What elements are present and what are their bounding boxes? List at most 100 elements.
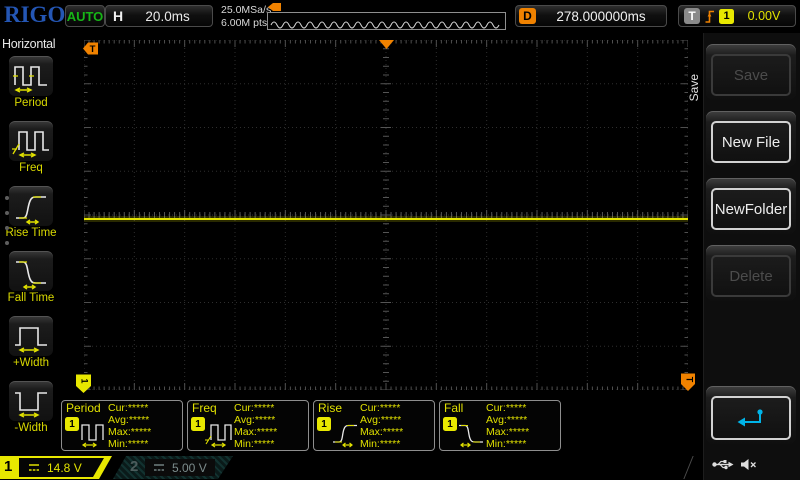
timebase-readout: H 20.0ms [105,5,213,27]
trigger-level-offscale-marker[interactable]: T [680,373,696,392]
measurement-panel-period[interactable]: Period 1 Cur:***** Avg:***** Max:***** M… [61,400,183,451]
trigger-position-marker[interactable] [379,40,394,49]
sidebar-item-label: Fall Time [7,292,55,304]
stat-label: Min: [108,438,128,450]
stat-label: Max: [108,426,131,438]
sidebar-item-freq[interactable]: Freq [0,121,62,174]
measurement-panel-rise[interactable]: Rise 1 Cur:***** Avg:***** Max:***** Min… [313,400,435,451]
page-indicator-dot [5,241,9,245]
stat-label: Min: [360,438,380,450]
sidebar-item-fall-time[interactable]: Fall Time [0,251,62,304]
waveform-preview-strip [267,12,506,30]
freq-waveform-icon [205,424,232,448]
sidebar-item-period[interactable]: Period [0,56,62,109]
stat-value: ***** [254,414,276,426]
graticule [84,40,688,390]
timebase-label: H [113,8,124,24]
channel-number: 1 [4,458,13,475]
stat-label: Max: [234,426,257,438]
oscilloscope-screen: RIGOL AUTO H 20.0ms 25.0MSa/s 6.00M pts … [0,0,800,480]
run-state-badge: AUTO [65,5,105,27]
sidebar-item-label: Rise Time [5,227,57,239]
measurement-title: Rise [318,401,343,415]
stat-value: ***** [506,414,528,426]
trigger-readout: T 1 0.00V [678,5,796,27]
delay-readout: D 278.000000ms [515,5,667,27]
stat-label: Cur: [360,402,380,414]
period-waveform-icon [81,424,104,448]
svg-text:T: T [90,44,96,55]
channel-badge: 1 [65,417,79,431]
usb-icon [712,460,734,470]
system-tray [712,458,757,471]
channel-number: 2 [130,458,139,475]
stat-label: Cur: [108,402,128,414]
measurement-title: Fall [444,401,464,415]
rise-waveform-icon [333,424,357,448]
fall-time-icon [9,251,53,291]
back-button[interactable] [706,386,796,444]
stat-label: Avg: [234,414,255,426]
sidebar-item-plus-width[interactable]: +Width [0,316,62,369]
stat-value: ***** [130,426,152,438]
measurement-panel-fall[interactable]: Fall 1 Cur:***** Avg:***** Max:***** Min… [439,400,561,451]
stat-value: ***** [508,426,530,438]
stat-label: Avg: [108,414,129,426]
page-indicator-dot [5,211,9,215]
statusbar-divider [683,456,694,479]
stat-label: Cur: [234,402,254,414]
acquisition-readout: 25.0MSa/s 6.00M pts [221,4,271,29]
measurement-panel-freq[interactable]: Freq 1 Cur:***** Avg:***** Max:***** Min… [187,400,309,451]
channel-badge: 1 [443,417,457,431]
save-button[interactable]: Save [706,44,796,100]
rising-edge-icon [705,10,714,23]
sidebar-title: Horizontal [2,37,56,51]
channel-badge: 1 [317,417,331,431]
stat-value: ***** [505,438,527,450]
measurement-title: Freq [192,401,217,415]
new-file-button[interactable]: New File [706,111,796,167]
rise-time-icon [9,186,53,226]
sidebar-item-rise-time[interactable]: Rise Time [0,186,62,239]
delay-label: D [519,8,536,24]
stat-value: ***** [379,438,401,450]
channel-2-status[interactable]: 2 5.00 V [113,456,233,479]
stat-value: ***** [505,402,527,414]
channel-scale: 14.8 V [47,460,82,475]
delete-button[interactable]: Delete [706,245,796,301]
trigger-offscreen-left-marker[interactable]: T [83,42,99,55]
dc-coupling-icon [29,464,39,471]
stat-value: ***** [382,426,404,438]
page-indicator-dot [5,196,9,200]
svg-text:1: 1 [80,378,90,383]
dc-coupling-icon [154,464,164,471]
return-arrow-icon [737,409,763,427]
speaker-muted-icon [741,459,756,470]
sidebar-item-label: +Width [12,357,50,369]
sidebar-item-minus-width[interactable]: -Width [0,381,62,434]
stat-label: Avg: [360,414,381,426]
run-state-label: AUTO [66,8,104,24]
menu-tab-title: Save [686,74,701,102]
sidebar-item-label: Period [14,97,48,109]
svg-text:T: T [685,377,695,383]
sample-rate: 25.0MSa/s [221,4,272,16]
minus-width-icon [9,381,53,421]
trigger-label: T [684,8,700,24]
ch1-offset-offscale-marker[interactable]: 1 [75,374,92,394]
delay-value: 278.000000ms [556,8,646,24]
freq-icon [9,121,53,161]
stat-value: ***** [253,438,275,450]
stat-value: ***** [128,414,150,426]
trigger-level-value: 0.00V [747,9,781,23]
sidebar-item-label: -Width [14,422,48,434]
stat-label: Max: [486,426,509,438]
channel-1-status[interactable]: 1 14.8 V [0,456,112,479]
channel-scale: 5.00 V [172,460,207,475]
stat-label: Cur: [486,402,506,414]
new-folder-button[interactable]: NewFolder [706,178,796,234]
stat-value: ***** [127,402,149,414]
fall-waveform-icon [459,424,483,448]
stat-value: ***** [379,402,401,414]
measurement-title: Period [66,401,101,415]
